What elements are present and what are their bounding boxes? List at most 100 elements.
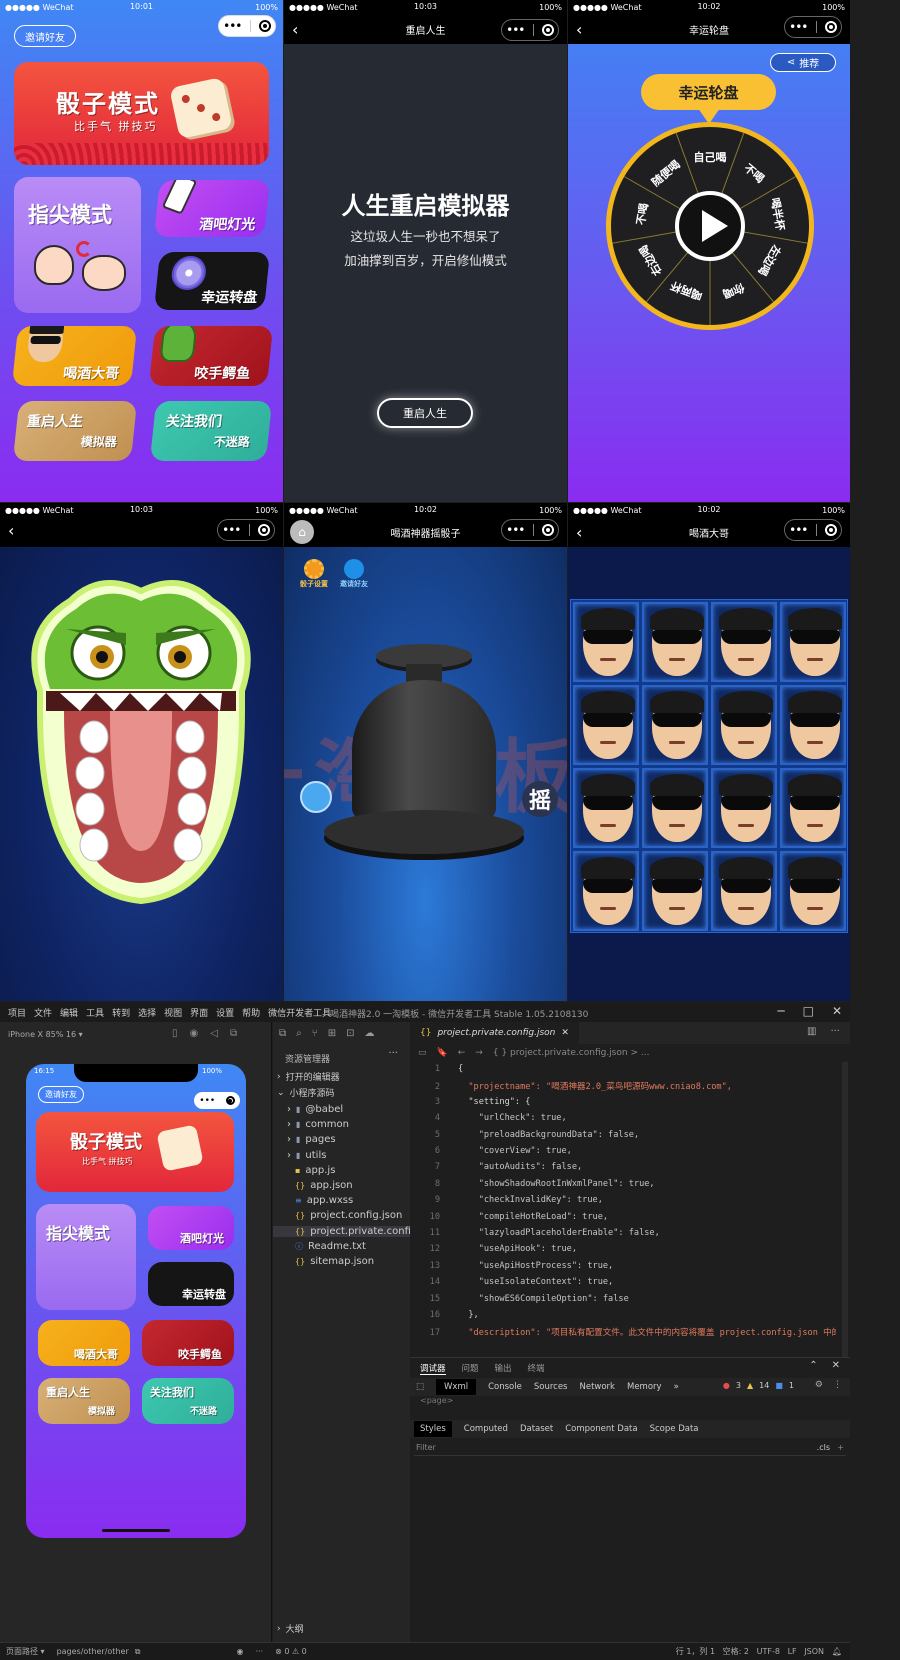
back-icon[interactable]: ‹ <box>576 20 590 40</box>
cls-toggle[interactable]: .cls <box>817 1440 830 1456</box>
home-icon[interactable]: ⌂ <box>290 520 314 544</box>
dice-cup[interactable] <box>324 638 524 898</box>
capsule-menu[interactable]: ••• <box>218 15 276 37</box>
statusbar-more-icon[interactable]: ··· <box>255 1647 263 1656</box>
face-card[interactable] <box>642 768 708 848</box>
face-card[interactable] <box>780 602 846 682</box>
restart-button[interactable]: 重启人生 <box>377 398 473 428</box>
window-icon[interactable]: ⧉ <box>230 1028 237 1039</box>
menu-item[interactable]: 工具 <box>86 1006 104 1019</box>
file-item[interactable]: {} app.json <box>295 1180 353 1191</box>
menu-item[interactable]: 设置 <box>216 1006 234 1019</box>
unlock-icon[interactable] <box>300 781 332 813</box>
follow-us-card[interactable]: 关注我们 不迷路 <box>149 401 273 461</box>
capsule-menu[interactable]: ••• <box>784 16 842 38</box>
bell-icon[interactable]: 🔔︎ <box>832 1647 842 1656</box>
restart-life-card[interactable]: 重启人生 模拟器 <box>12 401 138 461</box>
sim-follow-card[interactable]: 关注我们 不迷路 <box>142 1378 234 1424</box>
face-card[interactable] <box>780 851 846 931</box>
face-card[interactable] <box>711 602 777 682</box>
bar-light-card[interactable]: 酒吧灯光 <box>154 180 270 237</box>
kebab-icon[interactable]: ⋮ <box>833 1380 842 1390</box>
issue-counters[interactable]: ● 3 ▲ 14 ■ 1 <box>723 1381 794 1390</box>
file-item[interactable]: ⓘ Readme.txt <box>295 1241 366 1252</box>
styles-tab[interactable]: Component Data <box>565 1424 637 1434</box>
menu-item[interactable]: 项目 <box>8 1006 26 1019</box>
face-card[interactable] <box>573 685 639 765</box>
file-item[interactable]: {} project.config.json <box>295 1210 402 1221</box>
close-mini-icon[interactable] <box>824 21 837 33</box>
more-icon[interactable]: ••• <box>222 523 241 537</box>
close-mini-icon[interactable] <box>257 524 270 536</box>
preview-icon[interactable]: ▭ <box>418 1048 427 1058</box>
volume-icon[interactable]: ◁ <box>210 1028 218 1039</box>
lucky-wheel-card[interactable]: 幸运转盘 <box>153 252 271 310</box>
debug-tab[interactable]: 调试器 <box>420 1362 446 1375</box>
file-item[interactable]: ▪ app.js <box>295 1165 335 1176</box>
close-mini-icon[interactable] <box>824 524 837 536</box>
face-card[interactable] <box>711 768 777 848</box>
face-card[interactable] <box>780 685 846 765</box>
close-mini-icon[interactable] <box>541 524 554 536</box>
debug-tab[interactable]: 问题 <box>462 1362 479 1375</box>
menu-item[interactable]: 文件 <box>34 1006 52 1019</box>
croc-card[interactable]: 咬手鳄鱼 <box>148 326 274 386</box>
back-icon[interactable]: ‹ <box>576 523 590 543</box>
debug-tab[interactable]: 输出 <box>495 1362 512 1375</box>
tab-close-icon[interactable]: ✕ <box>561 1028 569 1038</box>
back-icon[interactable]: ‹ <box>8 521 22 541</box>
croc-illustration[interactable] <box>10 561 272 917</box>
folder-item[interactable]: › ▮ pages <box>287 1134 336 1145</box>
editor-tab[interactable]: {} project.private.config.json ✕ <box>410 1022 579 1044</box>
dice-mode-card[interactable]: 骰子模式 比手气 拼技巧 <box>14 62 269 165</box>
invite-button[interactable]: 邀请好友 <box>338 559 370 589</box>
debug-tab[interactable]: 终端 <box>528 1362 545 1375</box>
close-icon[interactable]: ✕ <box>832 1004 842 1018</box>
git-icon[interactable]: ⑂ <box>312 1028 318 1039</box>
page-path-label[interactable]: 页面路径 ▾ <box>6 1646 45 1657</box>
menu-item[interactable]: 界面 <box>190 1006 208 1019</box>
devtools-tab[interactable]: Network <box>579 1382 615 1392</box>
menu-item[interactable]: 视图 <box>164 1006 182 1019</box>
sim-capsule[interactable]: ••• <box>194 1092 240 1109</box>
elements-tree[interactable]: <page> <box>410 1396 850 1416</box>
close-mini-icon[interactable] <box>258 20 271 32</box>
device-selector[interactable]: iPhone X 85% 16 ▾ <box>8 1030 83 1039</box>
menu-item[interactable]: 编辑 <box>60 1006 78 1019</box>
drinking-boss-card[interactable]: 喝酒大哥 <box>11 326 138 386</box>
styles-tab[interactable]: Computed <box>464 1424 508 1434</box>
capsule-menu[interactable]: ••• <box>501 19 559 41</box>
devtools-tab[interactable]: Sources <box>534 1382 568 1392</box>
sim-invite-button[interactable]: 邀请好友 <box>38 1086 84 1103</box>
sim-dice-card[interactable]: 骰子模式 比手气 拼技巧 <box>36 1112 234 1192</box>
more-icon[interactable]: ••• <box>506 523 525 537</box>
sim-boss-card[interactable]: 喝酒大哥 <box>38 1320 130 1366</box>
more-icon[interactable]: ••• <box>789 20 808 34</box>
eye-icon[interactable]: ◉ <box>236 1647 243 1656</box>
back-icon[interactable]: ‹ <box>292 20 306 40</box>
phone-icon[interactable]: ▯ <box>172 1028 178 1039</box>
capsule-menu[interactable]: ••• <box>501 519 559 541</box>
minimap-scrollbar[interactable] <box>842 1062 848 1357</box>
more-icon[interactable]: ••• <box>199 1096 215 1106</box>
split-icon[interactable]: ▥ <box>807 1026 816 1037</box>
more-icon[interactable]: ••• <box>506 23 525 37</box>
outline-section[interactable]: › 大纲 <box>277 1622 304 1636</box>
maximize-icon[interactable]: □ <box>803 1004 814 1018</box>
more-icon[interactable]: ··· <box>830 1026 840 1037</box>
file-item[interactable]: {} project.private.config.js... <box>273 1225 438 1237</box>
cloud-icon[interactable]: ☁ <box>365 1028 375 1039</box>
open-editors-section[interactable]: › 打开的编辑器 <box>277 1070 340 1084</box>
more-icon[interactable]: ••• <box>223 19 242 33</box>
files-icon[interactable]: ⧉ <box>279 1028 286 1039</box>
face-card[interactable] <box>642 685 708 765</box>
file-item[interactable]: {} sitemap.json <box>295 1256 374 1267</box>
sim-finger-card[interactable]: 指尖模式 <box>36 1204 136 1310</box>
debug-icon[interactable]: ⊡ <box>346 1028 354 1039</box>
code-area[interactable]: 1{2 "projectname": "喝酒神器2.0_菜鸟吧源码www.cni… <box>410 1062 836 1357</box>
extensions-icon[interactable]: ⊞ <box>328 1028 336 1039</box>
folder-item[interactable]: › ▮ utils <box>287 1150 326 1161</box>
styles-tab[interactable]: Scope Data <box>650 1424 699 1434</box>
dice-settings-button[interactable]: 骰子设置 <box>298 559 330 589</box>
styles-tab[interactable]: Styles <box>414 1421 452 1437</box>
